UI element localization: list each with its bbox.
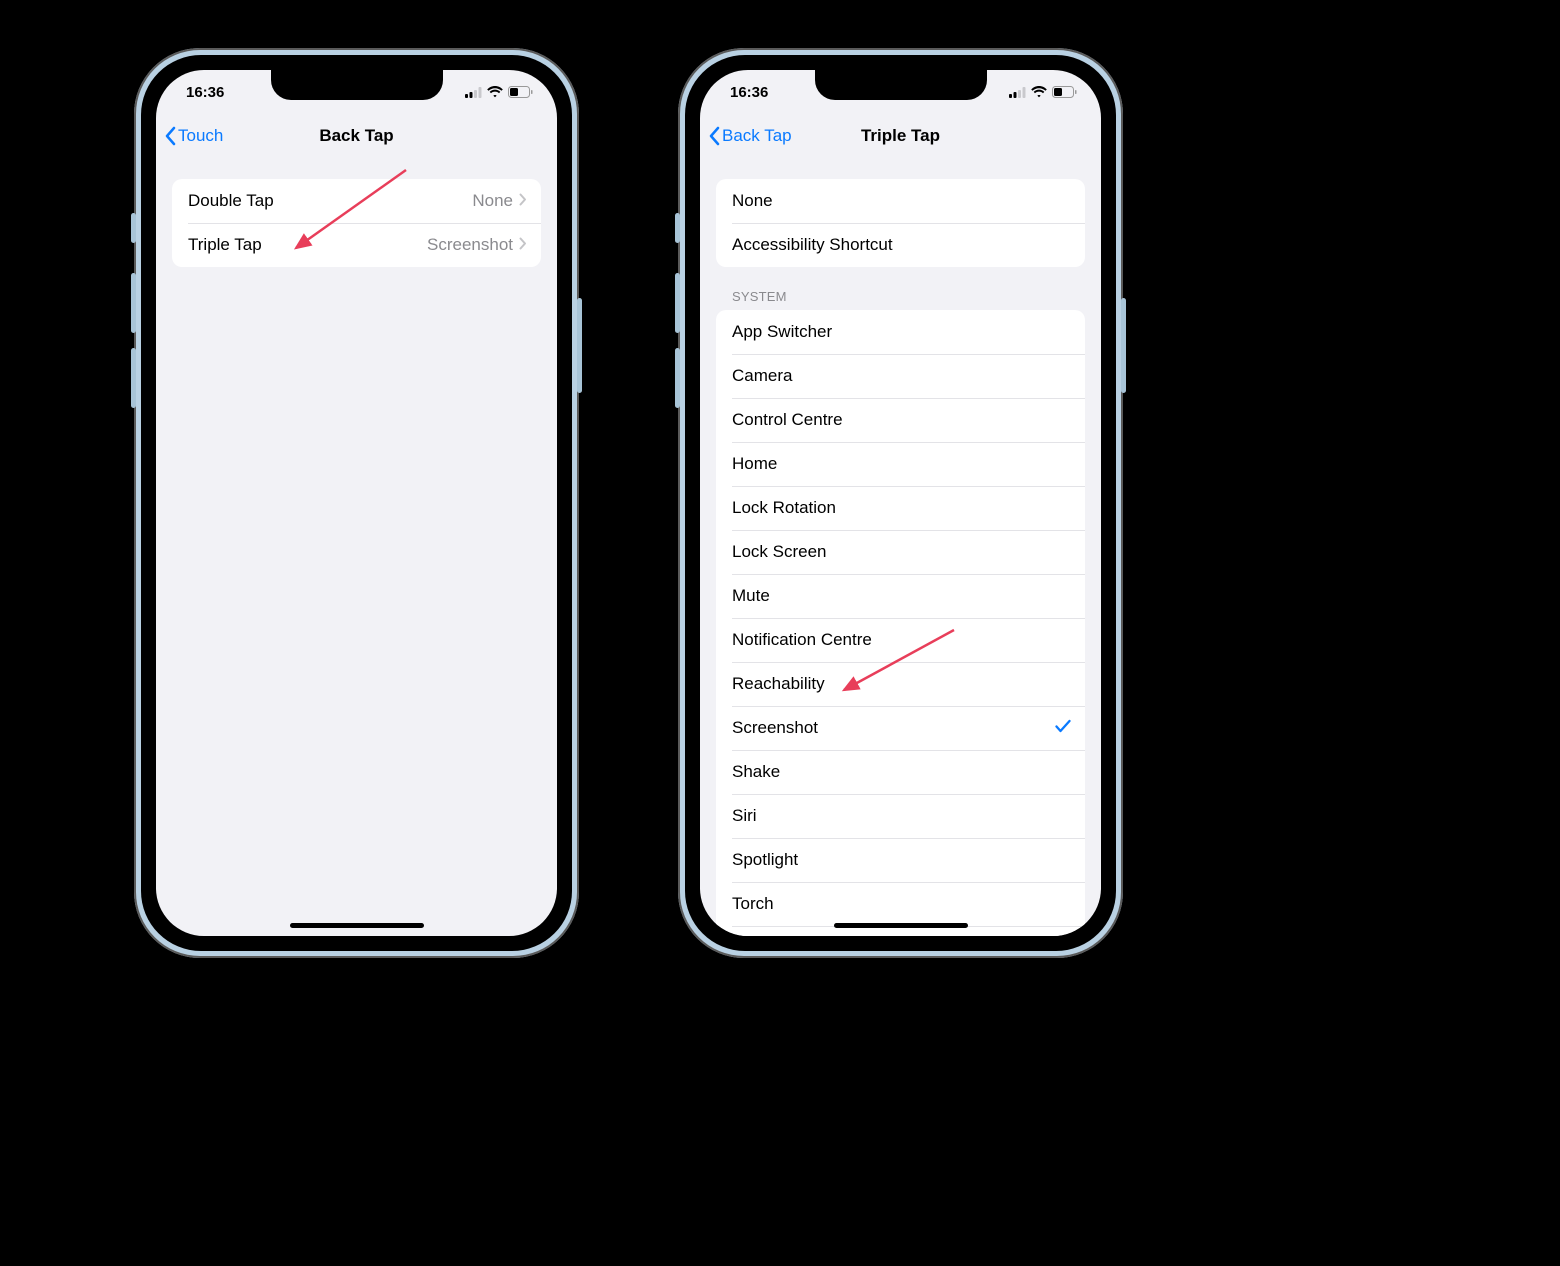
back-label: Back Tap [722, 126, 792, 146]
row-label: Shake [732, 762, 780, 782]
row-label: Screenshot [732, 718, 818, 738]
row-system-torch[interactable]: Torch [716, 882, 1085, 926]
nav-bar: Touch Back Tap [156, 114, 557, 159]
row-detail: Screenshot [427, 235, 513, 255]
row-label: Double Tap [188, 191, 274, 211]
notch [271, 70, 443, 100]
wifi-icon [487, 86, 503, 98]
checkmark-icon [1055, 718, 1071, 738]
side-button-vol-up [675, 273, 680, 333]
row-accessibility-shortcut[interactable]: Accessibility Shortcut [716, 223, 1085, 267]
screen-triple-tap: 16:36 [700, 70, 1101, 936]
row-label: Lock Screen [732, 542, 827, 562]
row-label: Camera [732, 366, 792, 386]
settings-group: Double Tap None Triple Tap Screenshot [172, 179, 541, 267]
row-label: Accessibility Shortcut [732, 235, 893, 255]
row-double-tap[interactable]: Double Tap None [172, 179, 541, 223]
cellular-icon [465, 87, 482, 98]
row-label: Triple Tap [188, 235, 262, 255]
side-button-silence [675, 213, 680, 243]
status-time: 16:36 [186, 84, 224, 101]
row-system-control-centre[interactable]: Control Centre [716, 398, 1085, 442]
row-system-lock-screen[interactable]: Lock Screen [716, 530, 1085, 574]
chevron-left-icon [708, 126, 720, 146]
row-label: Notification Centre [732, 630, 872, 650]
side-button-power [577, 298, 582, 393]
side-button-vol-down [131, 348, 136, 408]
row-none[interactable]: None [716, 179, 1085, 223]
row-system-lock-rotation[interactable]: Lock Rotation [716, 486, 1085, 530]
nav-bar: Back Tap Triple Tap [700, 114, 1101, 159]
row-system-app-switcher[interactable]: App Switcher [716, 310, 1085, 354]
notch [815, 70, 987, 100]
row-label: Torch [732, 894, 774, 914]
status-time: 16:36 [730, 84, 768, 101]
row-system-mute[interactable]: Mute [716, 574, 1085, 618]
row-system-siri[interactable]: Siri [716, 794, 1085, 838]
row-label: Siri [732, 806, 757, 826]
row-system-reachability[interactable]: Reachability [716, 662, 1085, 706]
row-label: Home [732, 454, 777, 474]
row-label: Reachability [732, 674, 825, 694]
row-system-camera[interactable]: Camera [716, 354, 1085, 398]
settings-group-top: None Accessibility Shortcut [716, 179, 1085, 267]
home-indicator[interactable] [834, 923, 968, 928]
row-label: App Switcher [732, 322, 832, 342]
battery-icon [1052, 86, 1077, 98]
side-button-vol-up [131, 273, 136, 333]
side-button-vol-down [675, 348, 680, 408]
back-button[interactable]: Touch [164, 114, 223, 158]
settings-group-system: App Switcher Camera Control Centre Home Lock… [716, 310, 1085, 936]
back-button[interactable]: Back Tap [708, 114, 792, 158]
side-button-silence [131, 213, 136, 243]
section-header-system: System [732, 289, 1069, 304]
side-button-power [1121, 298, 1126, 393]
row-label: Control Centre [732, 410, 843, 430]
row-label: None [732, 191, 773, 211]
wifi-icon [1031, 86, 1047, 98]
row-system-shake[interactable]: Shake [716, 750, 1085, 794]
screen-back-tap: 16:36 [156, 70, 557, 936]
row-label: Spotlight [732, 850, 798, 870]
row-label: Mute [732, 586, 770, 606]
battery-icon [508, 86, 533, 98]
phone-left: 16:36 [134, 48, 579, 958]
row-system-notification-centre[interactable]: Notification Centre [716, 618, 1085, 662]
row-detail: None [472, 191, 513, 211]
page-title: Back Tap [319, 126, 393, 146]
row-system-spotlight[interactable]: Spotlight [716, 838, 1085, 882]
row-system-screenshot[interactable]: Screenshot [716, 706, 1085, 750]
phone-right: 16:36 [678, 48, 1123, 958]
cellular-icon [1009, 87, 1026, 98]
row-label: Lock Rotation [732, 498, 836, 518]
page-title: Triple Tap [861, 126, 940, 146]
chevron-left-icon [164, 126, 176, 146]
chevron-right-icon [519, 191, 527, 211]
home-indicator[interactable] [290, 923, 424, 928]
row-system-home[interactable]: Home [716, 442, 1085, 486]
back-label: Touch [178, 126, 223, 146]
chevron-right-icon [519, 235, 527, 255]
row-triple-tap[interactable]: Triple Tap Screenshot [172, 223, 541, 267]
